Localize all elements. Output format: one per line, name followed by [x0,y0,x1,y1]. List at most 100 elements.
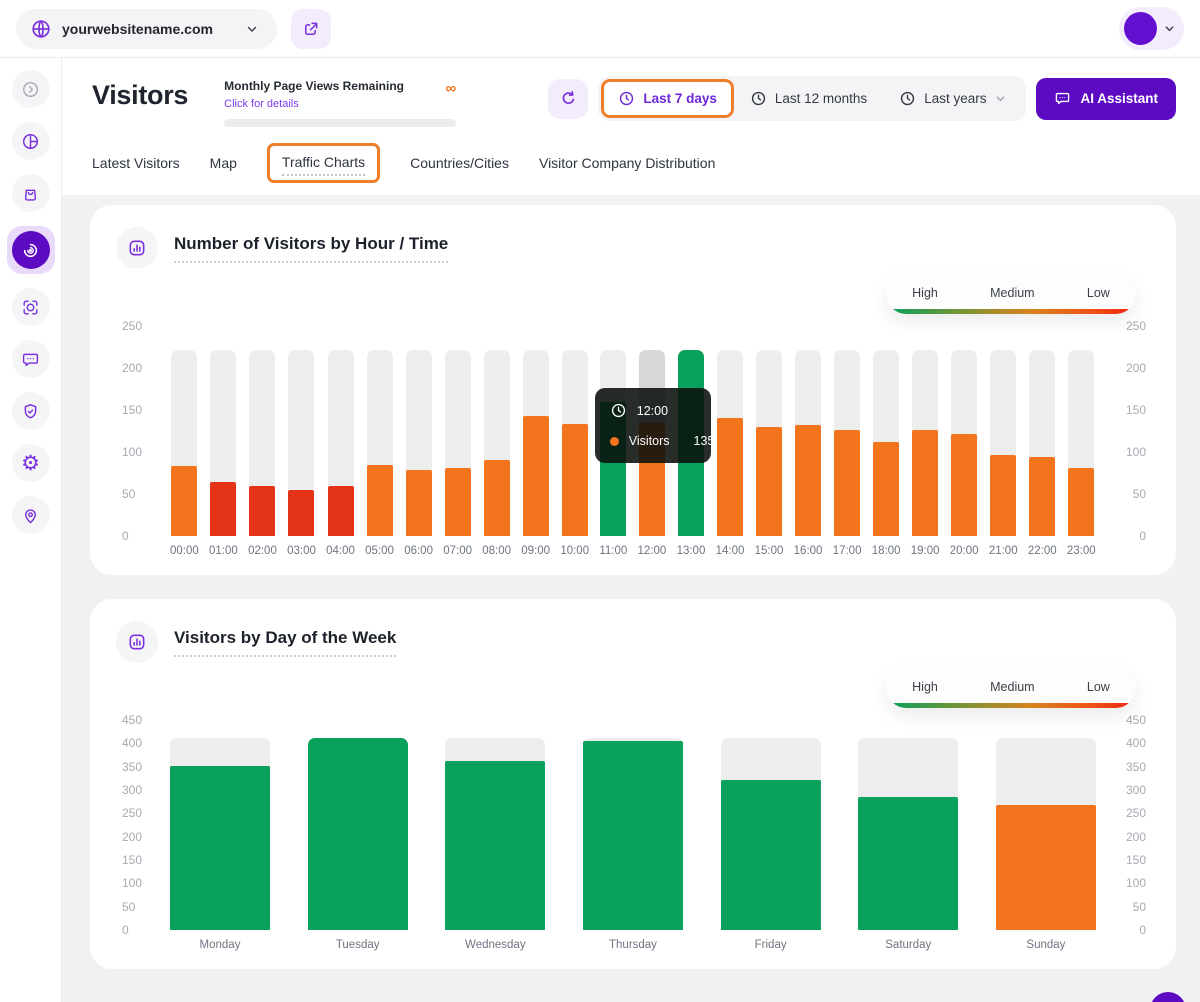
circle-arrow-right-icon [21,80,40,99]
tooltip-series: Visitors [629,434,670,448]
refresh-button[interactable] [548,79,588,119]
x-axis-label: 00:00 [170,545,199,557]
card-visitors-by-hour: Number of Visitors by Hour / Time High M… [90,205,1176,575]
tab-latest-visitors[interactable]: Latest Visitors [92,155,180,171]
quota-widget: Monthly Page Views Remaining ∞ Click for… [224,74,456,127]
bar-value [951,434,977,536]
chart-column[interactable]: 02:00 [248,326,277,557]
x-axis-label: 02:00 [248,545,277,557]
pie-chart-icon [21,132,40,151]
chart-column[interactable]: 15:00 [755,326,784,557]
range-last-12-months[interactable]: Last 12 months [734,80,883,117]
x-axis-label: 13:00 [677,545,706,557]
chart-column[interactable]: Wednesday [445,720,545,951]
chart-column[interactable]: 08:00 [482,326,511,557]
chart-column[interactable]: 14:00 [716,326,745,557]
site-selector[interactable]: yourwebsitename.com [16,9,277,49]
x-axis-label: 09:00 [521,545,550,557]
site-name: yourwebsitename.com [62,21,213,37]
chart-column[interactable]: 19:00 [911,326,940,557]
chart-column[interactable]: 00:00 [170,326,199,557]
legend-high: High [912,680,938,694]
chart-column[interactable]: 10:00 [560,326,589,557]
chart-column[interactable]: 23:00 [1067,326,1096,557]
bar-value [288,490,314,536]
chart-column[interactable]: Thursday [583,720,683,951]
sidebar-item-security[interactable] [12,392,50,430]
y-axis-right: 250200150100500 [1108,326,1150,536]
chart-column[interactable]: 03:00 [287,326,316,557]
chart-column[interactable]: 18:00 [872,326,901,557]
series-dot [610,437,619,446]
chart-column[interactable]: 06:00 [404,326,433,557]
plot-area: 12:00 Visitors 135 00:0001:0002:0003:000… [158,326,1108,557]
x-axis-label: 06:00 [404,545,433,557]
ai-assistant-button[interactable]: AI Assistant [1036,78,1176,120]
chart-column[interactable]: 17:00 [833,326,862,557]
clock-icon [899,90,916,107]
chart-column[interactable]: Monday [170,720,270,951]
x-axis-label: 18:00 [872,545,901,557]
sidebar-item-getting-started[interactable] [12,70,50,108]
clock-icon [618,90,635,107]
page-title: Visitors [92,74,188,111]
quota-details-link[interactable]: Click for details [224,98,456,110]
chart-column[interactable]: 07:00 [443,326,472,557]
sidebar-item-settings[interactable]: ⚙ [12,444,50,482]
bar-value [721,780,821,930]
sidebar-item-visitors-active[interactable] [7,226,55,274]
shield-check-icon [21,402,40,421]
open-site-button[interactable] [291,9,331,49]
legend-low: Low [1087,286,1110,300]
x-axis-label: Thursday [609,939,657,951]
top-bar: yourwebsitename.com [0,0,1200,58]
range-last-7-days[interactable]: Last 7 days [601,79,734,118]
bar-value [445,468,471,536]
x-axis-label: 16:00 [794,545,823,557]
chart-column[interactable]: 01:00 [209,326,238,557]
x-axis-label: 20:00 [950,545,979,557]
bar-value [328,486,354,536]
card-visitors-by-day: Visitors by Day of the Week High Medium … [90,599,1176,969]
chart-column[interactable]: 21:00 [989,326,1018,557]
tab-map[interactable]: Map [210,155,237,171]
refresh-icon [559,89,578,108]
sidebar-item-locations[interactable] [12,496,50,534]
chart-column[interactable]: Sunday [996,720,1096,951]
sidebar-item-feedback[interactable] [12,340,50,378]
x-axis-label: 04:00 [326,545,355,557]
sidebar-item-recordings[interactable] [12,288,50,326]
chart-column[interactable]: Tuesday [308,720,408,951]
bar-value [367,465,393,536]
x-axis-label: 11:00 [599,545,627,557]
bar-value [308,738,408,930]
range-last-years[interactable]: Last years [883,80,1023,117]
chart-column[interactable]: 16:00 [794,326,823,557]
page-header: Visitors Monthly Page Views Remaining ∞ … [62,58,1200,127]
sidebar: ⚙ [0,58,62,1002]
tab-traffic-charts[interactable]: Traffic Charts [267,143,380,183]
sidebar-item-dashboard[interactable] [12,122,50,160]
external-link-icon [302,20,320,38]
chart-column[interactable]: 09:00 [521,326,550,557]
location-pin-icon [21,506,40,525]
bar-value [717,418,743,536]
chart-column[interactable]: 05:00 [365,326,394,557]
user-menu[interactable] [1119,7,1184,50]
gear-icon: ⚙ [21,453,40,474]
tab-visitor-company-distribution[interactable]: Visitor Company Distribution [539,155,715,171]
chart-column[interactable]: 20:00 [950,326,979,557]
chevron-down-icon [994,92,1007,105]
chart-column[interactable]: 04:00 [326,326,355,557]
sidebar-item-ecommerce[interactable] [12,174,50,212]
x-axis-label: 19:00 [911,545,940,557]
chart-column[interactable]: Friday [721,720,821,951]
x-axis-label: 14:00 [716,545,745,557]
chart-column[interactable]: Saturday [858,720,958,951]
bar-value [834,430,860,536]
chevron-down-icon [1163,22,1176,35]
bar-value [990,455,1016,536]
chart-column[interactable]: 22:00 [1028,326,1057,557]
tab-countries-cities[interactable]: Countries/Cities [410,155,509,171]
bar-chart-icon [116,621,158,663]
